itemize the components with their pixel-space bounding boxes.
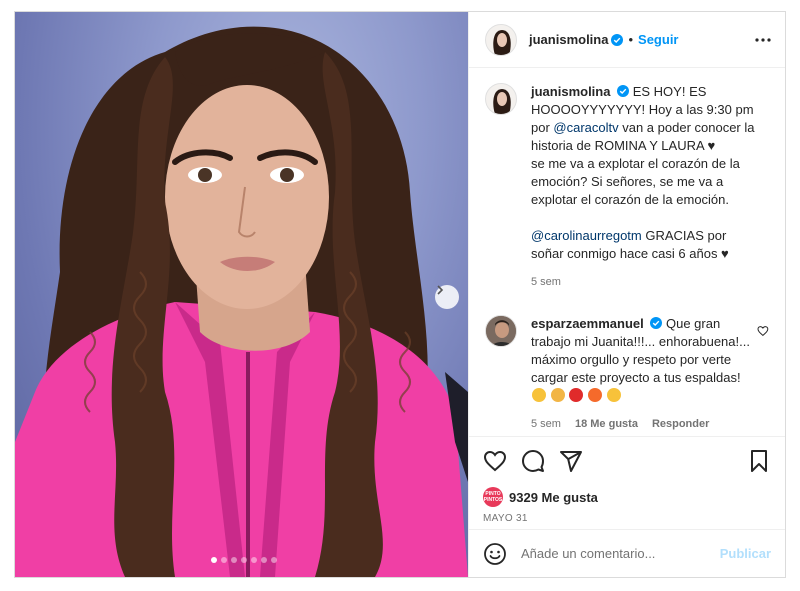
chevron-right-icon [437,285,444,295]
carousel-next-button[interactable] [435,285,459,309]
caption-username[interactable]: juanismolina [531,84,610,99]
caption-avatar[interactable] [485,83,517,115]
like-comment-heart-icon[interactable] [757,325,769,337]
post-photo[interactable] [15,12,468,577]
emoji-icon[interactable] [483,542,507,566]
avatar-image [493,29,511,55]
comment-input[interactable] [521,546,720,561]
caption-text: se me va a explotar el corazón de la emo… [531,156,740,207]
caption-entry: juanismolina ES HOY! ES HOOOOYYYYYYY! Ho… [485,83,769,291]
carousel-dot [261,557,267,563]
carousel-dot [231,557,237,563]
commenter-username[interactable]: esparzaemmanuel [531,316,644,331]
commenter-avatar[interactable] [485,315,517,347]
more-icon[interactable] [755,37,771,42]
author-avatar[interactable] [485,23,517,56]
post-sidebar: juanismolina • Seguir juanismolina ES HO… [468,12,785,577]
liker-avatar-text: PINTO PINTOS [483,491,503,503]
portrait-illustration [15,26,468,577]
verified-icon [611,33,624,46]
save-icon[interactable] [747,449,771,473]
verified-icon [617,85,630,97]
action-icons [483,447,771,475]
carousel-dot [221,557,227,563]
mention-link[interactable]: @caracoltv [553,120,618,135]
praying-hands-emoji-icon [550,388,565,402]
kiss-face-emoji-icon [606,388,621,402]
comment-composer: Publicar [469,529,785,577]
post-card: juanismolina • Seguir juanismolina ES HO… [14,11,786,578]
caption-body: juanismolina ES HOY! ES HOOOOYYYYYYY! Ho… [531,83,761,291]
caption-meta: 5 sem [531,273,761,291]
heart-emoji-icon [569,388,584,402]
avatar-image [493,89,511,114]
comment-entry: esparzaemmanuel Que gran trabajo mi Juan… [485,315,769,433]
comment-icon[interactable] [521,449,545,473]
carousel-dot [211,557,217,563]
comments-list[interactable]: juanismolina ES HOY! ES HOOOOYYYYYYY! Ho… [469,69,785,436]
publish-button[interactable]: Publicar [720,546,771,561]
header-separator: • [628,32,634,47]
likes-count[interactable]: 9329 Me gusta [509,490,598,505]
explosion-emoji-icon [587,388,602,402]
carousel-dot [271,557,277,563]
mention-link[interactable]: @carolinaurregotm [531,228,642,243]
heart-icon[interactable] [483,449,507,473]
verified-icon [650,317,663,329]
liker-avatar[interactable]: PINTO PINTOS [483,487,503,507]
share-icon[interactable] [559,449,583,473]
comment-meta: 5 sem 18 Me gusta Responder [531,415,757,433]
carousel-indicator [211,557,277,563]
hands-emoji-icon [532,388,546,402]
carousel-dot [251,557,257,563]
comment-likes[interactable]: 18 Me gusta [575,415,638,433]
post-header: juanismolina • Seguir [469,12,785,68]
comment-body: esparzaemmanuel Que gran trabajo mi Juan… [531,315,757,433]
post-actions: PINTO PINTOS 9329 Me gusta MAYO 31 [469,436,785,524]
follow-button[interactable]: Seguir [638,32,678,47]
author-username[interactable]: juanismolina [529,32,608,47]
carousel-dot [241,557,247,563]
caption-time[interactable]: 5 sem [531,273,561,291]
post-date[interactable]: MAYO 31 [483,513,771,524]
comment-time[interactable]: 5 sem [531,415,561,433]
avatar-image [486,316,516,346]
reply-button[interactable]: Responder [652,415,709,433]
likes-row: PINTO PINTOS 9329 Me gusta [483,487,771,507]
